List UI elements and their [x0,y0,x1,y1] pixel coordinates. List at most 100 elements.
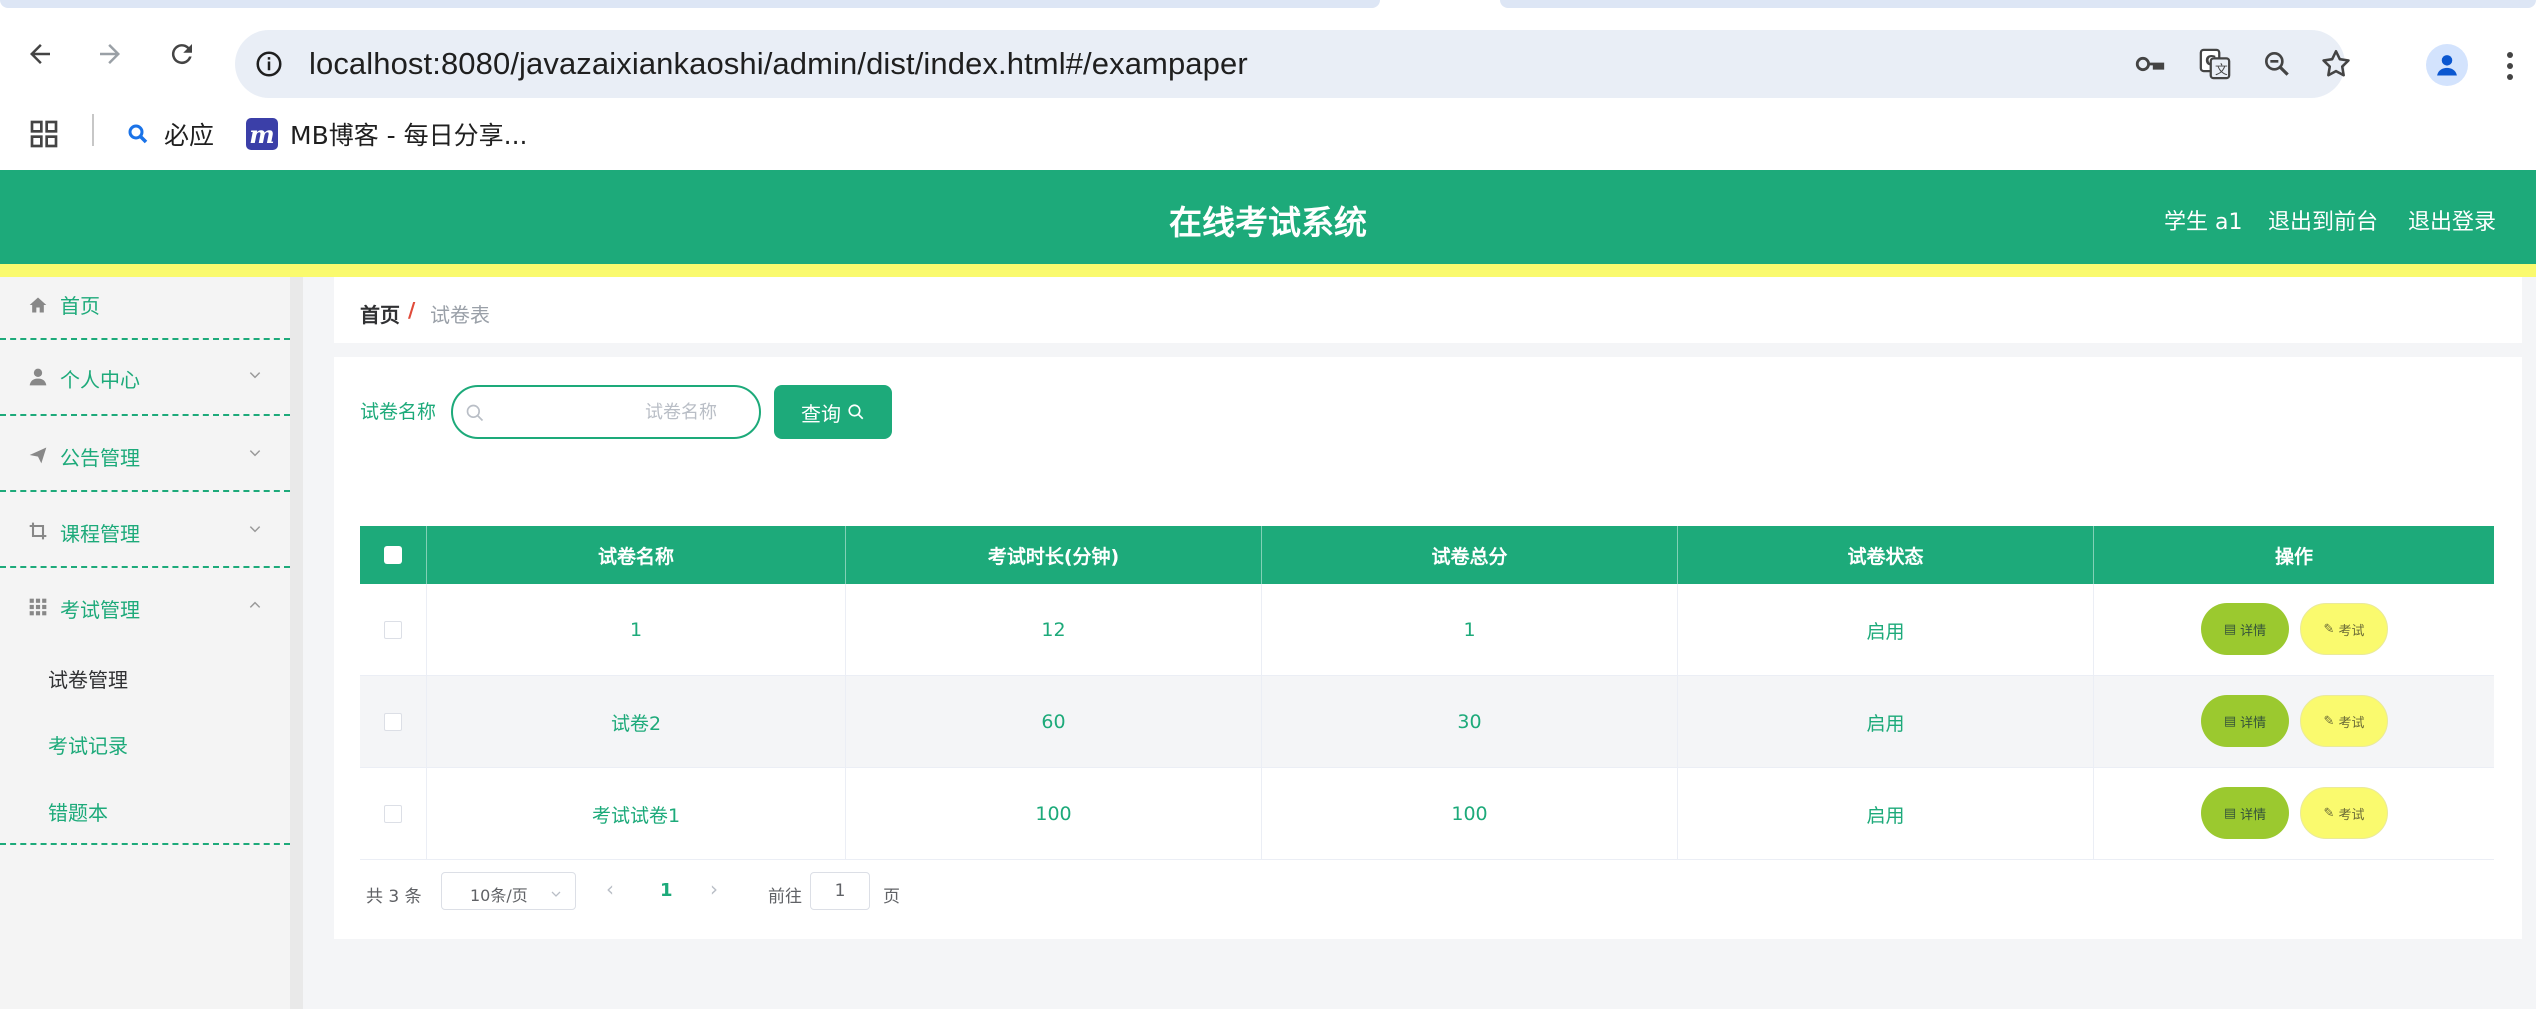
score-cell: 1 [1262,584,1678,676]
sidebar-item-label: 公告管理 [60,446,140,470]
search-field[interactable] [451,385,761,439]
take-exam-button-label: 考试 [2338,715,2365,731]
current-user-link[interactable]: 学生 a1 [2164,204,2242,236]
next-page-icon[interactable]: › [710,877,718,901]
column-header[interactable]: 试卷名称 [427,526,846,584]
table-row: 1 12 1 启用 [360,584,2494,676]
take-exam-button[interactable]: ✎ 考试 [2300,787,2388,839]
detail-button[interactable]: ▤ 详情 [2201,695,2289,747]
profile-avatar-icon[interactable] [2426,44,2468,86]
sidebar-item-course-management[interactable]: 课程管理 [0,492,290,568]
detail-button[interactable]: ▤ 详情 [2201,603,2289,655]
score-cell: 30 [1262,676,1678,768]
duration-cell: 12 [846,584,1262,676]
page-suffix-label: 页 [883,887,900,907]
edit-icon: ✎ [2323,805,2335,821]
browser-tab-strip [0,0,2536,10]
document-icon: ▤ [2223,713,2237,729]
breadcrumb: 首页 / 试卷表 [334,277,2522,343]
detail-button-label: 详情 [2240,623,2267,639]
actions-cell [2094,768,2494,860]
row-checkbox[interactable] [384,713,402,731]
zoom-icon[interactable] [2257,44,2297,84]
forward-icon[interactable] [90,34,130,74]
goto-page-input[interactable]: 1 [810,872,870,910]
password-key-icon[interactable] [2130,44,2170,84]
status-cell: 启用 [1678,584,2094,676]
select-all-checkbox[interactable] [384,546,402,564]
actions-cell [2094,584,2494,676]
send-icon [27,444,49,466]
browser-toolbar: localhost:8080/javazaixiankaoshi/admin/d… [0,10,2536,102]
site-info-icon[interactable] [249,44,289,84]
page-size-select[interactable]: 10条/页 [441,872,576,910]
document-icon: ▤ [2223,621,2237,637]
column-header[interactable]: 试卷总分 [1262,526,1678,584]
bookmark-bing[interactable]: 必应 [126,114,214,154]
page-size-value: 10条/页 [470,886,528,905]
take-exam-button[interactable]: ✎ 考试 [2300,603,2388,655]
url-text[interactable]: localhost:8080/javazaixiankaoshi/admin/d… [309,46,1248,82]
sidebar-scrollbar[interactable] [290,277,303,1009]
table-row: 考试试卷1 100 100 启用 [360,768,2494,860]
search-input[interactable] [493,397,753,427]
row-checkbox[interactable] [384,805,402,823]
row-checkbox[interactable] [384,621,402,639]
sidebar-item-exam-management[interactable]: 考试管理 [0,568,290,644]
chevron-down-icon [246,520,264,538]
browser-tab[interactable] [0,0,1380,8]
mb-blog-logo-icon: m [246,118,278,150]
back-icon[interactable] [20,34,60,74]
duration-cell: 60 [846,676,1262,768]
header-accent-band [0,264,2536,277]
browser-tab[interactable] [1500,0,2536,8]
prev-page-icon[interactable]: ‹ [606,877,614,901]
sidebar-item-notice-management[interactable]: 公告管理 [0,416,290,492]
home-icon [27,294,49,316]
table-row: 试卷2 60 30 启用 [360,676,2494,768]
apps-grid-icon[interactable] [28,114,60,154]
query-button-label: 查询 [801,401,841,426]
sidebar-subitem-wrong-questions[interactable]: 错题本 [48,797,108,826]
page-number-current[interactable]: 1 [660,880,673,901]
exit-to-frontend-link[interactable]: 退出到前台 [2268,204,2378,236]
column-header[interactable]: 试卷状态 [1678,526,2094,584]
detail-button-label: 详情 [2240,807,2267,823]
detail-button-label: 详情 [2240,715,2267,731]
breadcrumb-current: 试卷表 [430,303,490,327]
sidebar-item-label: 课程管理 [60,522,140,546]
chevron-down-icon [246,444,264,462]
sidebar-subitem-exam-paper[interactable]: 试卷管理 [48,664,128,693]
select-all-cell [360,526,427,584]
reload-icon[interactable] [162,34,202,74]
address-bar[interactable]: localhost:8080/javazaixiankaoshi/admin/d… [235,30,2350,98]
document-icon: ▤ [2223,805,2237,821]
translate-icon[interactable]: G文 [2195,44,2235,84]
detail-button[interactable]: ▤ 详情 [2201,787,2289,839]
sidebar-item-home[interactable]: 首页 [0,266,290,340]
take-exam-button[interactable]: ✎ 考试 [2300,695,2388,747]
chevron-down-icon [246,366,264,384]
bookmark-star-icon[interactable] [2316,44,2356,84]
edit-icon: ✎ [2323,713,2335,729]
bookmark-label: 必应 [164,121,215,150]
breadcrumb-home[interactable]: 首页 [360,299,400,328]
logout-link[interactable]: 退出登录 [2408,204,2496,236]
edit-icon: ✎ [2323,621,2335,637]
row-select-cell [360,676,427,768]
paper-name-cell: 试卷2 [427,676,846,768]
paper-name-cell: 考试试卷1 [427,768,846,860]
chevron-down-icon [550,885,562,904]
take-exam-button-label: 考试 [2338,807,2365,823]
bookmark-separator [92,114,94,146]
sidebar-item-personal-center[interactable]: 个人中心 [0,340,290,416]
query-button[interactable]: 查询 [774,385,892,439]
browser-menu-icon[interactable] [2495,46,2525,86]
search-icon [465,403,485,423]
column-header[interactable]: 考试时长(分钟) [846,526,1262,584]
row-select-cell [360,584,427,676]
sidebar-subitem-exam-records[interactable]: 考试记录 [48,730,128,759]
bookmark-mb-blog[interactable]: m MB博客 - 每日分享... [246,114,527,154]
sidebar-item-label: 考试管理 [60,598,140,622]
grid-icon [27,596,49,618]
